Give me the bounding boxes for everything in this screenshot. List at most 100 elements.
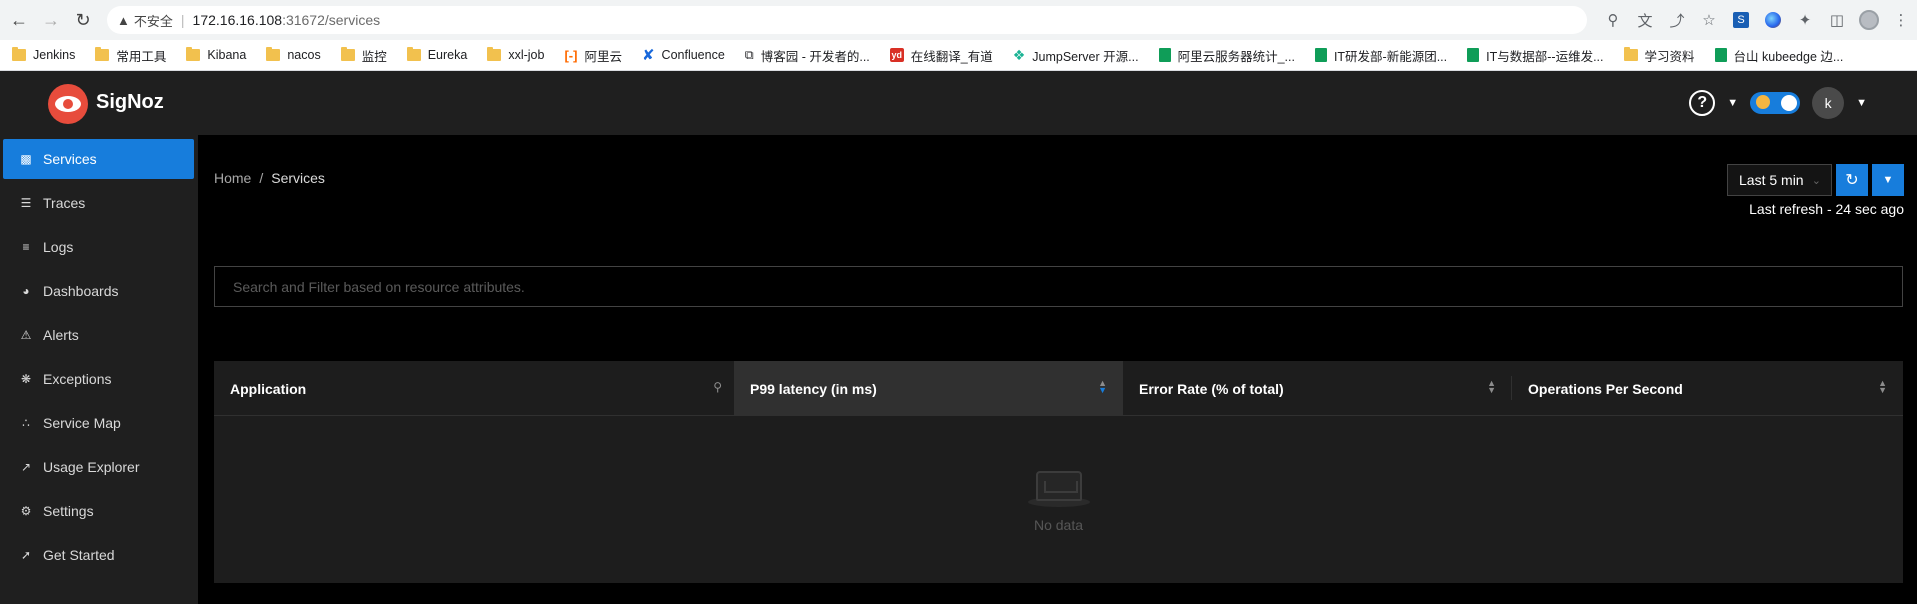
sidebar-item-exceptions[interactable]: ❋ Exceptions [3,359,194,399]
folder-icon [1623,47,1638,61]
not-secure-label: 不安全 [133,13,173,29]
sidebar-item-label: Logs [43,239,74,255]
refresh-options-button[interactable]: ▼ [1872,164,1904,196]
signoz-logo-icon[interactable] [48,84,88,124]
side-panel-icon[interactable]: ◫ [1821,6,1853,34]
sidebar-item-service-map[interactable]: ∴ Service Map [3,403,194,443]
column-header-application[interactable]: Application ⚲ [214,361,734,416]
browser-menu-icon[interactable]: ⋮ [1885,6,1917,34]
bookmark-xxl-job[interactable]: xxl-job [487,47,544,62]
column-label: Error Rate (% of total) [1139,380,1284,397]
sort-icon: ▲ ▼ [1487,378,1496,395]
sidebar-item-services[interactable]: ▩ Services [3,139,194,179]
bookmark-label: Kibana [207,48,247,62]
profile-avatar-icon[interactable] [1853,6,1885,34]
refresh-button[interactable]: ↻ [1836,164,1868,196]
time-controls: Last 5 min ⌄ ↻ ▼ [1727,164,1904,196]
bookmark-label: Confluence [661,48,725,62]
bookmark-kubeedge[interactable]: 台山 kubeedge 边... [1714,46,1844,65]
column-search-icon[interactable]: ⚲ [713,380,722,394]
column-header-error-rate[interactable]: Error Rate (% of total) ▲ ▼ [1123,361,1512,416]
dashboard-icon: ◕ [22,284,30,298]
bookmark-label: IT与数据部--运维发... [1486,49,1604,64]
toggle-knob [1781,95,1798,111]
folder-icon [95,47,110,61]
extension-globe-icon[interactable] [1757,6,1789,34]
youdao-icon: yd [889,48,904,62]
bookmark-it-data[interactable]: IT与数据部--运维发... [1467,46,1604,65]
sidebar-item-logs[interactable]: ≡ Logs [3,227,194,267]
forward-arrow-icon[interactable]: → [38,7,64,33]
table-header: Application ⚲ P99 latency (in ms) ▲ ▼ Err… [214,361,1903,416]
sidebar-item-traces[interactable]: ☰ Traces [3,183,194,223]
caret-down-icon: ▼ [1882,174,1894,186]
address-bar[interactable]: ▲ 不安全 | 172.16.16.108:31672/services [107,6,1587,34]
sidebar-item-alerts[interactable]: ⚠ Alerts [3,315,194,355]
bookmark-label: JumpServer 开源... [1032,49,1139,64]
translate-icon[interactable]: 文 [1629,6,1661,34]
bookmarks-bar: Jenkins 常用工具 Kibana nacos 监控 Eureka xxl-… [0,40,1917,71]
breadcrumb: Home / Services [214,170,325,186]
bookmark-confluence[interactable]: ✘ Confluence [642,46,725,64]
bookmark-tools[interactable]: 常用工具 [95,46,166,65]
back-arrow-icon[interactable]: ← [6,7,32,33]
sort-icon: ▲ ▼ [1098,378,1107,395]
time-range-value: Last 5 min [1739,172,1804,188]
bookmark-eureka[interactable]: Eureka [406,47,467,62]
key-icon[interactable]: ⚲ [1597,6,1629,34]
time-range-select[interactable]: Last 5 min ⌄ [1727,164,1832,196]
refresh-icon: ↻ [1845,172,1859,189]
sidebar-item-dashboards[interactable]: ◕ Dashboards [3,271,194,311]
bookmark-study[interactable]: 学习资料 [1623,46,1695,65]
sidebar-item-label: Traces [43,195,86,211]
sheet-icon [1158,48,1171,62]
bookmark-aliyun[interactable]: [-] 阿里云 [564,46,622,65]
sidebar-item-usage-explorer[interactable]: ↗ Usage Explorer [3,447,194,487]
bookmark-label: 台山 kubeedge 边... [1733,49,1844,64]
brand-name[interactable]: SigNoz [96,91,164,114]
not-secure-indicator[interactable]: ▲ 不安全 [117,11,173,30]
bookmark-jenkins[interactable]: Jenkins [12,47,75,62]
user-avatar[interactable]: k [1812,87,1845,119]
column-label: P99 latency (in ms) [750,380,877,397]
bookmark-star-icon[interactable]: ☆ [1693,6,1725,34]
extension-s-icon[interactable]: S [1725,6,1757,34]
empty-state-text: No data [1033,517,1084,533]
folder-icon [12,47,26,61]
column-header-ops-per-second[interactable]: Operations Per Second ▲ ▼ [1512,361,1903,416]
resource-attribute-search-input[interactable]: Search and Filter based on resource attr… [214,266,1903,307]
bookmark-label: nacos [287,48,321,62]
sidebar-item-get-started[interactable]: ➚ Get Started [3,535,194,575]
share-icon[interactable]: ⤴ [1661,6,1693,34]
breadcrumb-home[interactable]: Home [214,170,251,186]
aliyun-icon: [-] [564,47,578,63]
logs-icon: ≡ [22,240,30,254]
address-separator: | [180,12,185,28]
sidebar-item-settings[interactable]: ⚙ Settings [3,491,194,531]
reload-icon[interactable]: ↻ [70,7,96,33]
bookmark-kibana[interactable]: Kibana [186,47,247,62]
user-dropdown-caret-icon[interactable]: ▼ [1856,97,1867,109]
settings-icon: ⚙ [20,504,32,518]
bookmark-nacos[interactable]: nacos [266,47,321,62]
extensions-puzzle-icon[interactable]: ✦ [1789,6,1821,34]
bookmark-youdao[interactable]: yd 在线翻译_有道 [889,46,993,65]
column-header-p99-latency[interactable]: P99 latency (in ms) ▲ ▼ [734,361,1123,416]
sidebar-item-label: Alerts [43,327,79,343]
bookmark-aliyun-stats[interactable]: 阿里云服务器统计_... [1158,46,1295,65]
bookmark-jumpserver[interactable]: ❖ JumpServer 开源... [1013,46,1139,65]
help-icon[interactable]: ? [1689,90,1716,116]
bookmark-it-dev[interactable]: IT研发部-新能源团... [1314,46,1447,65]
app-header: SigNoz ? ▼ k ▼ [0,71,1917,135]
bookmark-monitor[interactable]: 监控 [340,46,387,65]
bar-chart-icon: ▩ [20,152,32,166]
bookmark-cnblogs[interactable]: ⧉ 博客园 - 开发者的... [745,46,870,65]
sheet-icon [1467,48,1480,62]
chevron-down-icon: ⌄ [1811,174,1821,187]
theme-toggle[interactable] [1750,92,1801,114]
bug-icon: ❋ [20,372,32,386]
folder-icon [186,47,201,61]
empty-inbox-icon [1027,467,1090,507]
help-dropdown-caret-icon[interactable]: ▼ [1727,97,1738,109]
line-chart-icon: ↗ [20,460,32,474]
